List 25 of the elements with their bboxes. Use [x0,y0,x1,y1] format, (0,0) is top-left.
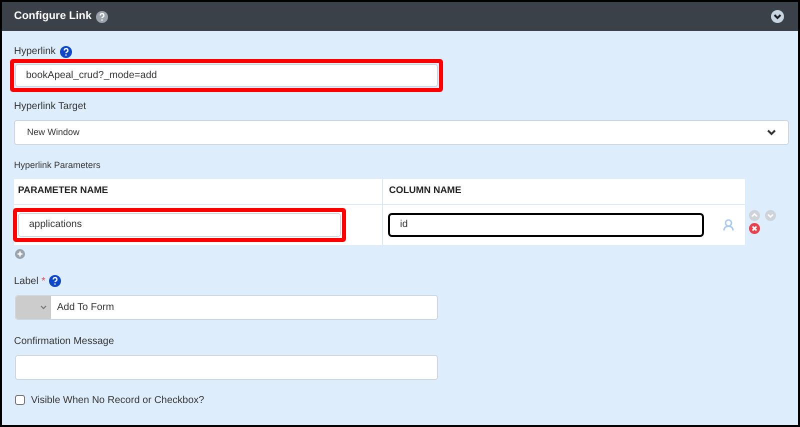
column-name-field[interactable]: id [388,212,704,236]
field-label: Confirmation Message [14,334,116,348]
column-header: PARAMETER NAME [18,184,108,198]
help-icon[interactable] [96,10,108,22]
column-header: COLUMN NAME [389,184,462,198]
required-mark: * [41,274,46,288]
panel-title: Configure Link [14,9,92,24]
parameter-name-field[interactable]: applications [18,212,341,236]
target-select[interactable]: New Window [14,120,789,145]
chevron-down-icon [767,129,776,136]
remove-icon[interactable] [749,222,760,234]
field-label: Hyperlink [14,45,56,59]
collapse-icon[interactable] [771,10,784,23]
field-label: Hyperlink Target [14,100,88,114]
checkbox-label: Visible When No Record or Checkbox? [31,394,204,408]
field-label: Hyperlink Parameters [14,159,102,172]
hyperlink-field[interactable]: bookApeal_crud?_mode=add [15,64,438,87]
add-icon[interactable] [15,248,25,258]
label-select[interactable]: Add To Form [15,294,438,320]
visible-checkbox[interactable] [15,395,25,405]
confirmation-message-field[interactable] [15,354,438,380]
help-icon[interactable] [49,275,62,287]
help-icon[interactable] [60,46,72,58]
field-label: Label [14,274,38,288]
chevron-down-icon [40,304,47,310]
